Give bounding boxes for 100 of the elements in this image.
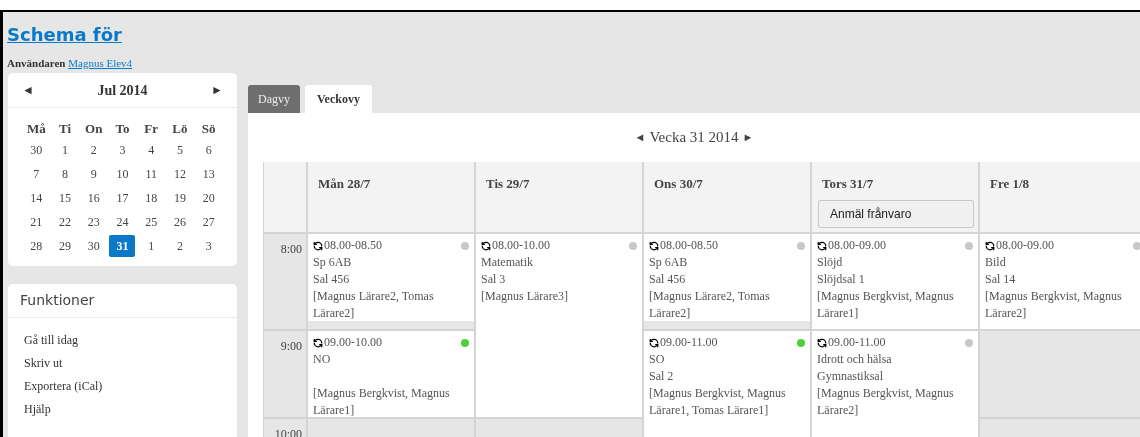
lesson-card[interactable]: 08.00-08.50 Sp 6AB Sal 456 [Magnus Lärare2, Tomas Lärare2] — [308, 234, 474, 321]
calendar-day[interactable]: 3 — [195, 235, 222, 257]
prev-month-button[interactable]: ◄ — [22, 81, 34, 99]
lesson-card[interactable]: 09.00-11.00 SO Sal 2 [Magnus Bergkvist, Magnus Lärare1, Tomas Lärare1] — [644, 331, 810, 437]
lesson-card[interactable]: 08.00-09.00 Slöjd Slöjdsal 1 [Magnus Bergkvist, Magnus Lärare1] — [812, 234, 978, 329]
page-title[interactable]: Schema för — [7, 24, 122, 45]
calendar-day[interactable]: 12 — [166, 163, 193, 185]
view-tab[interactable]: Veckovy — [305, 85, 372, 113]
calendar-day[interactable]: 24 — [109, 211, 136, 233]
report-absence-button[interactable]: Anmäl frånvaro — [818, 199, 974, 228]
cycle-arrows-icon — [817, 240, 827, 251]
lesson-teachers: [Magnus Lärare3] — [481, 288, 569, 305]
calendar-day[interactable]: 22 — [52, 211, 79, 233]
calendar-day[interactable]: 6 — [195, 139, 222, 161]
lesson-card[interactable]: 09.00-11.00 Idrott och hälsa Gymnastiksal [Magnus Bergkvist, Magnus Lärare2] — [812, 331, 978, 437]
calendar-day[interactable]: 14 — [23, 187, 50, 209]
calendar-day[interactable]: 2 — [80, 139, 107, 161]
lesson-time: 08.00-10.00 — [492, 237, 550, 254]
calendar-day[interactable]: 10 — [109, 163, 136, 185]
lesson-teachers: [Magnus Bergkvist, Magnus Lärare1] — [817, 288, 955, 322]
calendar-day[interactable]: 3 — [109, 139, 136, 161]
lesson-teachers: [Magnus Bergkvist, Magnus Lärare1, Tomas Lärare1] — [649, 385, 787, 419]
calendar-day[interactable]: 9 — [80, 163, 107, 185]
lesson-subject: Matematik — [481, 254, 534, 271]
function-link[interactable]: Gå till idag — [24, 332, 221, 349]
weekday-label: Ti — [58, 120, 73, 138]
lesson-subject: Slöjd — [817, 254, 844, 271]
calendar-day[interactable]: 16 — [80, 187, 107, 209]
calendar-day[interactable]: 8 — [52, 163, 79, 185]
lesson-card[interactable]: 09.00-10.00 NO [Magnus Bergkvist, Magnus Lärare1] — [308, 331, 474, 417]
lesson-card[interactable]: 08.00-09.00 Bild Sal 14 [Magnus Bergkvist, Magnus Lärare2] — [980, 234, 1140, 329]
calendar-day[interactable]: 18 — [138, 187, 165, 209]
lesson-subject: Sp 6AB — [649, 254, 689, 271]
calendar-day[interactable]: 23 — [80, 211, 107, 233]
calendar-day[interactable]: 4 — [138, 139, 165, 161]
header-cell — [264, 162, 306, 232]
calendar-day[interactable]: 13 — [195, 163, 222, 185]
lesson-room: Sal 14 — [985, 271, 1017, 288]
calendar-day[interactable]: 25 — [138, 211, 165, 233]
calendar-day[interactable]: 19 — [166, 187, 193, 209]
day-heading: Fre 1/8 — [990, 175, 1031, 193]
cycle-arrows-icon — [313, 240, 323, 251]
week-label: Vecka 31 2014 — [649, 128, 739, 148]
lesson-card[interactable]: 08.00-08.50 Sp 6AB Sal 456 [Magnus Lärare2, Tomas Lärare2] — [644, 234, 810, 321]
next-month-button[interactable]: ► — [211, 81, 223, 99]
calendar-day[interactable]: 1 — [52, 139, 79, 161]
cycle-arrows-icon — [649, 240, 659, 251]
lesson-time: 08.00-08.50 — [324, 237, 382, 254]
calendar-day[interactable]: 5 — [166, 139, 193, 161]
next-week-button[interactable]: ► — [742, 129, 754, 146]
calendar-day[interactable]: 11 — [138, 163, 165, 185]
lesson-room: Gymnastiksal — [817, 368, 884, 385]
calendar-day[interactable]: 30 — [80, 235, 107, 257]
lesson-room: Slöjdsal 1 — [817, 271, 866, 288]
lesson-subject: Idrott och hälsa — [817, 351, 893, 368]
lesson-subject: SO — [649, 351, 666, 368]
lesson-time: 08.00-09.00 — [828, 237, 886, 254]
calendar-day[interactable]: 31 — [109, 235, 136, 257]
calendar-day[interactable]: 29 — [52, 235, 79, 257]
day-heading: Ons 30/7 — [654, 175, 704, 193]
calendar-day[interactable]: 17 — [109, 187, 136, 209]
calendar-day[interactable]: 15 — [52, 187, 79, 209]
prev-week-button[interactable]: ◄ — [634, 129, 646, 146]
cycle-arrows-icon — [649, 337, 659, 348]
day-heading: Mån 28/7 — [318, 175, 372, 193]
user-label: Användaren — [7, 57, 66, 69]
function-link[interactable]: Hjälp — [24, 401, 221, 418]
function-link[interactable]: Exportera (iCal) — [24, 378, 221, 395]
calendar-day[interactable]: 30 — [23, 139, 50, 161]
user-link[interactable]: Magnus Elev4 — [68, 57, 133, 69]
lesson-teachers: [Magnus Bergkvist, Magnus Lärare1] — [313, 385, 451, 419]
view-tab[interactable]: Dagvy — [248, 85, 300, 113]
calendar-day[interactable]: 26 — [166, 211, 193, 233]
lesson-subject: NO — [313, 351, 332, 368]
lesson-teachers: [Magnus Lärare2, Tomas Lärare2] — [649, 288, 771, 322]
weekday-label: On — [84, 120, 104, 138]
lesson-time: 08.00-09.00 — [996, 237, 1054, 254]
lesson-subject: Bild — [985, 254, 1007, 271]
lesson-teachers: [Magnus Bergkvist, Magnus Lärare2] — [817, 385, 955, 419]
weekday-label: Må — [25, 120, 47, 138]
calendar-day[interactable]: 1 — [138, 235, 165, 257]
weekday-label: To — [114, 120, 131, 138]
lesson-time: 09.00-11.00 — [660, 334, 718, 351]
weekday-label: Lö — [171, 120, 189, 138]
lesson-card[interactable]: 08.00-10.00 Matematik Sal 3 [Magnus Lärare3] — [476, 234, 642, 417]
calendar-day[interactable]: 20 — [195, 187, 222, 209]
hour-label: 9:00 — [280, 339, 302, 353]
calendar-day[interactable]: 27 — [195, 211, 222, 233]
calendar-day[interactable]: 2 — [166, 235, 193, 257]
lesson-teachers: [Magnus Bergkvist, Magnus Lärare2] — [985, 288, 1123, 322]
lesson-teachers: [Magnus Lärare2, Tomas Lärare2] — [313, 288, 435, 322]
day-heading: Tis 29/7 — [486, 175, 531, 193]
weekday-label: Sö — [200, 120, 217, 138]
calendar-day[interactable]: 21 — [23, 211, 50, 233]
lesson-room: Sal 456 — [649, 271, 687, 288]
cycle-arrows-icon — [817, 337, 827, 348]
function-link[interactable]: Skriv ut — [24, 355, 221, 372]
calendar-day[interactable]: 28 — [23, 235, 50, 257]
calendar-day[interactable]: 7 — [23, 163, 50, 185]
cycle-arrows-icon — [481, 240, 491, 251]
